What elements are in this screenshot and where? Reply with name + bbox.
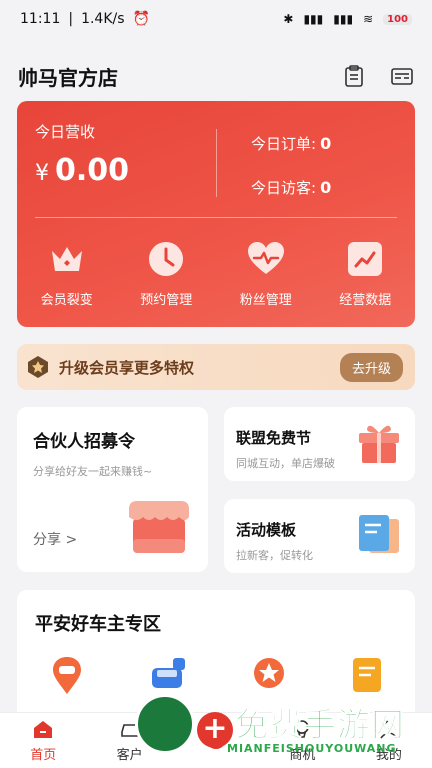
activity-template-card[interactable]: 活动模板 拉新客，促转化 xyxy=(224,499,415,573)
vip-banner-text: 升级会员享更多特权 xyxy=(59,358,195,377)
template-subtitle: 拉新客，促转化 xyxy=(236,549,313,562)
chart-icon xyxy=(348,242,383,276)
tab-label: 商机 xyxy=(289,748,316,763)
add-icon xyxy=(206,728,227,749)
revenue-label: 今日营收 xyxy=(35,123,96,141)
quick-action-appointment[interactable]: 预约管理 xyxy=(117,239,217,308)
partner-subtitle: 分享给好友一起来赚钱~ xyxy=(33,465,153,478)
revenue-divider xyxy=(216,129,217,197)
tab-customers[interactable]: 客户 xyxy=(86,713,172,768)
revenue-value: 0.00 xyxy=(55,153,130,188)
tab-label: 客户 xyxy=(116,748,143,763)
status-network-speed: 1.4K/s xyxy=(81,11,125,27)
revenue-card: 今日营收 ¥0.00 今日订单: 0 今日访客: 0 会员裂变 预约管理 粉丝管… xyxy=(17,101,415,327)
status-time: 11:11 xyxy=(20,11,61,27)
signal-icon: ▮▮▮ xyxy=(303,12,324,26)
heart-pulse-icon xyxy=(247,242,284,274)
battery-icon: 100 xyxy=(383,13,412,25)
status-divider: | xyxy=(68,11,74,27)
alliance-free-card[interactable]: 联盟免费节 同城互动，单店爆破 xyxy=(224,407,415,481)
shop-icon xyxy=(129,501,189,553)
currency-symbol: ¥ xyxy=(35,161,49,186)
status-bar: 11:11 | 1.4K/s ⏰ ✱ ▮▮▮ ▮▮▮ ≋ 100 xyxy=(0,0,432,38)
car-service-icon[interactable] xyxy=(149,656,187,694)
zone-title: 平安好车主专区 xyxy=(35,614,161,635)
revenue-amount: ¥0.00 xyxy=(35,153,129,188)
pingan-owner-zone: 平安好车主专区 xyxy=(17,590,415,730)
wifi-icon: ≋ xyxy=(363,12,374,26)
signal-icon-2: ▮▮▮ xyxy=(333,12,354,26)
alarm-icon: ⏰ xyxy=(132,11,150,27)
template-icon xyxy=(359,515,399,553)
clipboard-icon[interactable] xyxy=(342,64,366,88)
orders-stat[interactable]: 今日订单: 0 xyxy=(251,133,331,154)
quick-action-business-data[interactable]: 经营数据 xyxy=(316,239,416,308)
share-link[interactable]: 分享 > xyxy=(33,529,77,549)
revenue-separator xyxy=(35,217,397,218)
visitors-value: 0 xyxy=(320,178,332,197)
clock-icon xyxy=(149,242,184,276)
quick-action-label: 粉丝管理 xyxy=(239,293,292,308)
page-title: 帅马官方店 xyxy=(18,65,118,90)
alliance-title: 联盟免费节 xyxy=(236,429,312,447)
quick-action-fans[interactable]: 粉丝管理 xyxy=(216,239,316,308)
quick-action-member-fission[interactable]: 会员裂变 xyxy=(17,239,117,308)
template-title: 活动模板 xyxy=(236,521,297,539)
tab-mine[interactable]: 我的 xyxy=(346,713,432,768)
document-icon[interactable] xyxy=(351,656,383,694)
visitors-label: 今日访客: xyxy=(251,179,317,197)
partner-title: 合伙人招募令 xyxy=(33,432,135,452)
gift-icon xyxy=(359,425,399,463)
user-icon xyxy=(380,720,398,739)
quick-actions: 会员裂变 预约管理 粉丝管理 经营数据 xyxy=(17,239,415,308)
vip-badge-icon xyxy=(28,356,48,378)
id-card-icon[interactable] xyxy=(390,64,414,88)
tab-label: 我的 xyxy=(375,748,402,763)
orders-label: 今日订单: xyxy=(251,135,317,153)
star-badge-icon[interactable] xyxy=(252,656,286,690)
partner-recruit-card[interactable]: 合伙人招募令 分享给好友一起来赚钱~ 分享 > xyxy=(17,407,208,572)
bottom-tab-bar: 首页 客户 商机 我的 xyxy=(0,712,432,768)
home-icon xyxy=(34,721,53,738)
visitors-stat[interactable]: 今日访客: 0 xyxy=(251,177,331,198)
upgrade-button[interactable]: 去升级 xyxy=(339,352,403,382)
bulb-icon xyxy=(295,720,310,738)
orders-value: 0 xyxy=(320,134,332,153)
tab-label: 首页 xyxy=(30,748,57,763)
vip-upgrade-banner[interactable]: 升级会员享更多特权 去升级 xyxy=(17,344,415,390)
page-header: 帅马官方店 xyxy=(0,56,432,96)
tab-home[interactable]: 首页 xyxy=(0,713,86,768)
quick-action-label: 经营数据 xyxy=(339,293,392,308)
tab-add[interactable] xyxy=(173,713,259,768)
bluetooth-icon: ✱ xyxy=(283,12,294,26)
car-icon xyxy=(120,724,139,737)
alliance-subtitle: 同城互动，单店爆破 xyxy=(236,457,335,470)
tab-opportunity[interactable]: 商机 xyxy=(259,713,345,768)
crown-icon xyxy=(51,247,82,271)
quick-action-label: 预约管理 xyxy=(140,293,193,308)
quick-action-label: 会员裂变 xyxy=(40,293,93,308)
location-car-icon[interactable] xyxy=(50,656,84,696)
